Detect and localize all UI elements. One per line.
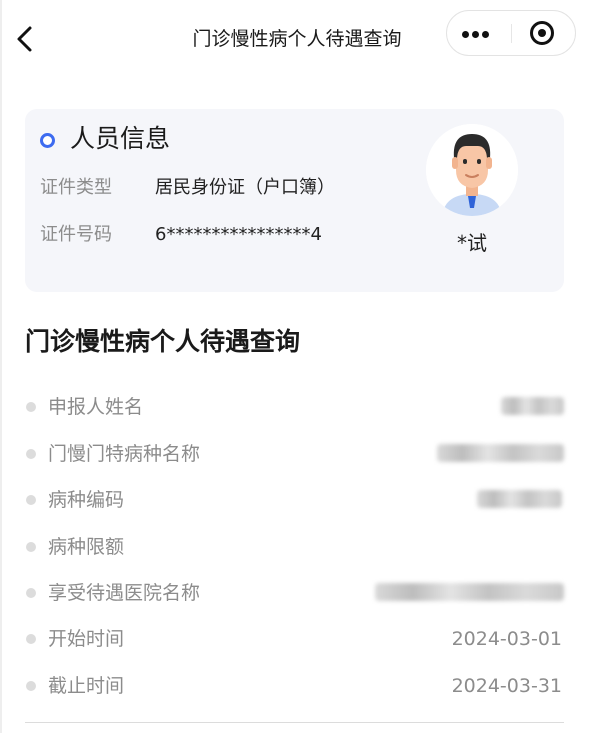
info-label: 截止时间 (48, 675, 125, 697)
bullet-icon (26, 449, 36, 459)
bullet-icon (26, 495, 36, 505)
person-name: *试 (457, 231, 487, 255)
more-button[interactable] (447, 11, 512, 55)
avatar (426, 124, 518, 216)
info-label: 申报人姓名 (48, 396, 144, 418)
info-label: 病种限额 (48, 536, 125, 558)
info-row-disease-limit: 病种限额 (25, 529, 564, 565)
bullet-icon (26, 634, 36, 644)
mini-program-capsule (446, 10, 576, 56)
person-card-title: 人员信息 (70, 124, 171, 153)
back-button[interactable] (12, 22, 42, 56)
close-button[interactable] (512, 11, 576, 55)
info-label: 门慢门特病种名称 (48, 443, 201, 465)
redacted-value (501, 397, 564, 415)
bullet-icon (26, 588, 36, 598)
id-number-label: 证件号码 (40, 224, 112, 245)
navigation-bar: 门诊慢性病个人待遇查询 (0, 0, 594, 78)
info-label: 病种编码 (48, 489, 125, 511)
user-avatar-icon (426, 124, 518, 216)
section-title: 门诊慢性病个人待遇查询 (25, 327, 301, 356)
redacted-value (437, 444, 564, 462)
chevron-left-icon (17, 26, 32, 52)
redacted-value (375, 583, 564, 601)
section-marker-icon (40, 133, 55, 148)
page-edge (0, 0, 2, 733)
info-value: 2024-03-01 (451, 628, 562, 650)
info-row-applicant-name: 申报人姓名 (25, 389, 564, 425)
page-title: 门诊慢性病个人待遇查询 (192, 28, 402, 50)
info-label: 开始时间 (48, 628, 125, 650)
info-row-hospital-name: 享受待遇医院名称 (25, 575, 564, 611)
redacted-value (477, 490, 562, 508)
info-row-start-date: 开始时间 2024-03-01 (25, 621, 564, 657)
divider (25, 722, 564, 723)
id-number-value: 6****************4 (155, 224, 322, 245)
info-row-disease-code: 病种编码 (25, 482, 564, 518)
info-row-disease-name: 门慢门特病种名称 (25, 436, 564, 472)
id-type-value: 居民身份证（户口簿） (155, 177, 335, 198)
info-value: 2024-03-31 (451, 675, 562, 697)
bullet-icon (26, 402, 36, 412)
person-info-card: 人员信息 证件类型 居民身份证（户口簿） 证件号码 6*************… (25, 109, 564, 292)
info-label: 享受待遇医院名称 (48, 582, 201, 604)
info-row-end-date: 截止时间 2024-03-31 (25, 668, 564, 704)
id-type-label: 证件类型 (40, 177, 112, 198)
bullet-icon (26, 542, 36, 552)
bullet-icon (26, 681, 36, 691)
